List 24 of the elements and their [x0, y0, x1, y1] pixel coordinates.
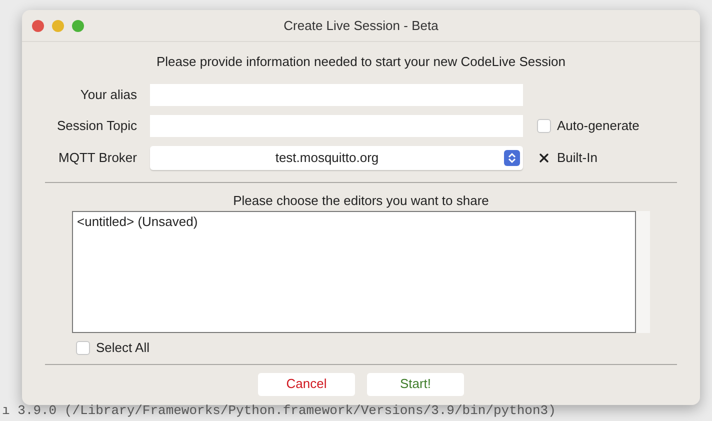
- zoom-button[interactable]: [72, 20, 84, 32]
- console-text: ı 3.9.0 (/Library/Frameworks/Python.framework/Versions/3.9/bin/python3): [1, 402, 557, 420]
- cancel-button[interactable]: Cancel: [258, 372, 355, 396]
- checkbox[interactable]: [76, 340, 90, 355]
- checkbox-label: Built-In: [557, 148, 598, 167]
- minimize-button[interactable]: [52, 20, 64, 32]
- field-label: Your alias: [79, 86, 138, 104]
- checkbox-label: Select All: [96, 339, 150, 357]
- dropdown-value: test.mosquitto.org: [274, 148, 380, 167]
- field-label: MQTT Broker: [58, 148, 138, 167]
- check-mark-icon[interactable]: [537, 150, 551, 164]
- text-field[interactable]: [150, 114, 523, 136]
- stepper-icon: [504, 150, 520, 166]
- broker-dropdown[interactable]: test.mosquitto.org: [150, 146, 523, 170]
- editor-list-item[interactable]: <untitled> (Unsaved): [73, 212, 635, 232]
- intro-text: Please provide information needed to start your new CodeLive Session: [156, 53, 566, 71]
- checkbox[interactable]: [537, 118, 551, 132]
- window-title: Create Live Session - Beta: [284, 16, 438, 35]
- editors-heading: Please choose the editors you want to share: [233, 192, 489, 210]
- close-button[interactable]: [32, 20, 44, 32]
- field-label: Session Topic: [56, 116, 138, 135]
- checkbox-label: Auto-generate: [557, 116, 640, 135]
- text-field[interactable]: [150, 84, 523, 106]
- start-button[interactable]: Start!: [367, 372, 464, 396]
